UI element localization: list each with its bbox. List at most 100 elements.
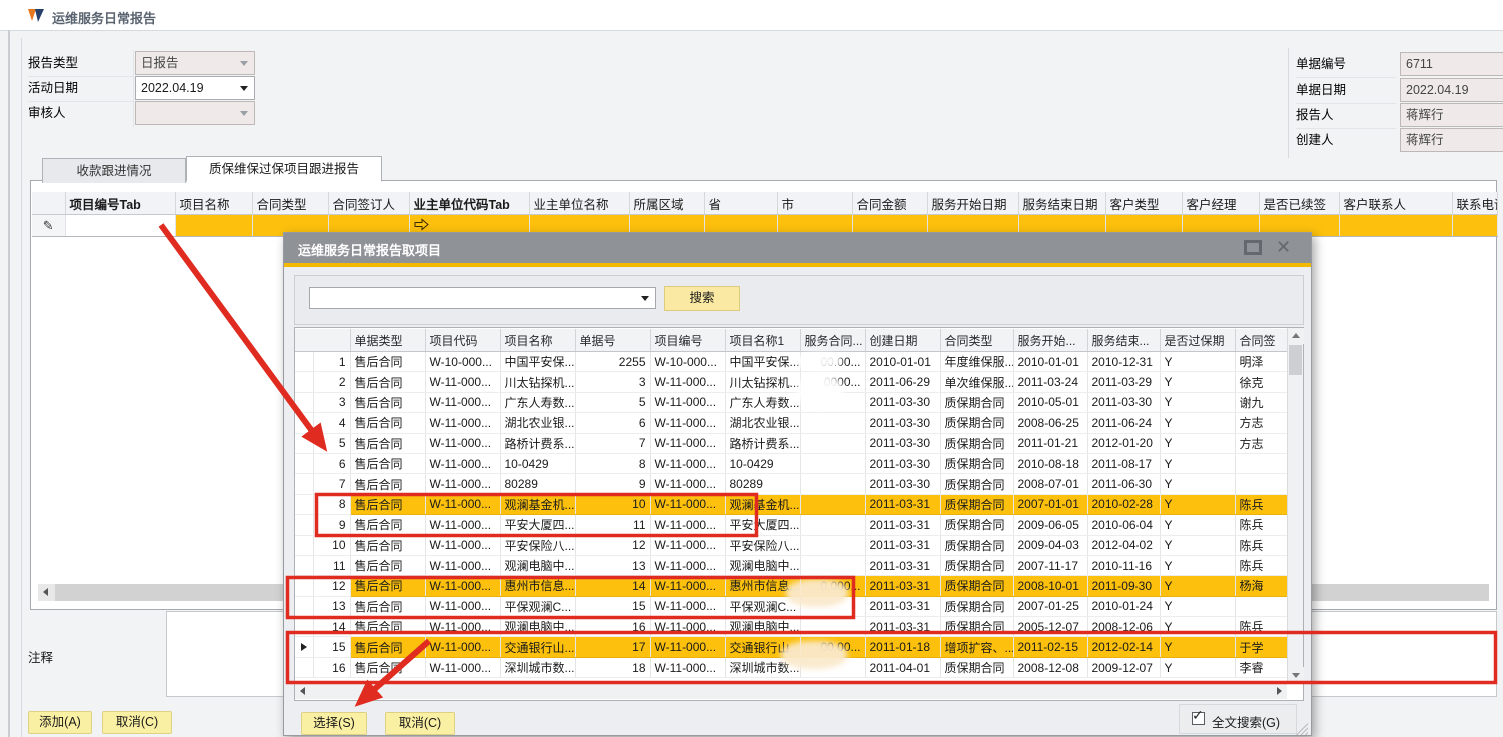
dialog-table-row[interactable]: 14售后合同W-11-000...观澜电脑中...16W-11-000...观澜… — [295, 617, 1287, 637]
tab-warranty-projects[interactable]: 质保维保过保项目跟进报告 — [186, 156, 382, 182]
main-column-header[interactable]: 合同金额 — [852, 192, 927, 215]
dialog-table-row[interactable]: 12售后合同W-11-000...惠州市信息...14W-11-000...惠州… — [295, 576, 1287, 596]
dialog-table-row[interactable]: 9售后合同W-11-000...平安大厦四...11W-11-000...平安大… — [295, 515, 1287, 535]
select-project-dialog: 运维服务日常报告取项目 ✕ 搜索 单据类型项目代码项目名称单据号项目编号项目名称… — [283, 232, 1312, 736]
dialog-table-row[interactable]: 16售后合同W-11-000...深圳城市数...18W-11-000...深圳… — [295, 657, 1287, 677]
main-column-header[interactable]: 服务开始日期 — [927, 192, 1018, 215]
dialog-table-row[interactable]: 6售后合同W-11-000...10-04298W-11-000...10-04… — [295, 453, 1287, 473]
creator-label: 创建人 — [1296, 128, 1396, 153]
main-column-header[interactable]: 联系电话 — [1452, 192, 1497, 215]
dialog-table-cell: 售后合同 — [350, 596, 425, 616]
main-column-header[interactable]: 省 — [704, 192, 777, 215]
dialog-column-header[interactable]: 项目代码 — [425, 329, 500, 352]
dialog-table-cell: W-11-000... — [650, 576, 725, 596]
dialog-table-row[interactable]: 15售后合同W-11-000...交通银行山...17W-11-000...交通… — [295, 637, 1287, 657]
dialog-column-header[interactable]: 单据类型 — [350, 329, 425, 352]
main-column-header[interactable]: 客户经理 — [1182, 192, 1259, 215]
tab-payment-followup[interactable]: 收款跟进情况 — [42, 158, 186, 183]
resize-grip[interactable] — [1296, 723, 1308, 735]
dialog-table-row[interactable]: 8售后合同W-11-000...观澜基金机...10W-11-000...观澜基… — [295, 494, 1287, 514]
main-column-header[interactable]: 客户联系人 — [1339, 192, 1452, 215]
window-frame-left — [8, 30, 10, 737]
main-table-cell[interactable] — [65, 215, 175, 237]
select-button[interactable]: 选择(S) — [301, 712, 367, 735]
main-column-header[interactable]: 是否已续签 — [1259, 192, 1339, 215]
dialog-table-row[interactable]: 5售后合同W-11-000...路桥计费系...7W-11-000...路桥计费… — [295, 433, 1287, 453]
dialog-table-cell: 谢九 — [1235, 392, 1287, 412]
row-number-cell: 7 — [313, 474, 350, 494]
dialog-column-header[interactable]: 服务合同... — [800, 329, 865, 352]
dialog-column-header[interactable]: 合同签 — [1235, 329, 1287, 352]
dialog-table-row[interactable]: 4售后合同W-11-000...湖北农业银...6W-11-000...湖北农业… — [295, 413, 1287, 433]
vscroll-thumb[interactable] — [1289, 345, 1302, 375]
main-column-header[interactable]: 合同签订人 — [328, 192, 409, 215]
main-column-header[interactable]: 所属区域 — [629, 192, 704, 215]
main-column-header[interactable]: 市 — [777, 192, 852, 215]
dialog-column-header[interactable]: 服务结束... — [1087, 329, 1160, 352]
dialog-table-row[interactable]: 10售后合同W-11-000...平安保险八...12W-11-000...平安… — [295, 535, 1287, 555]
scroll-down-icon[interactable] — [1288, 667, 1304, 683]
row-number-cell: 13 — [313, 596, 350, 616]
search-button[interactable]: 搜索 — [664, 286, 740, 311]
dialog-table-cell: 方志 — [1235, 433, 1287, 453]
dialog-table-cell: 售后合同 — [350, 535, 425, 555]
main-column-header[interactable]: 项目编号Tab — [65, 192, 175, 215]
main-column-header[interactable]: 客户类型 — [1105, 192, 1182, 215]
dialog-table-cell: 质保期合同 — [940, 576, 1013, 596]
dialog-table-cell: 10 — [575, 494, 650, 514]
cancel-button[interactable]: 取消(C) — [102, 711, 172, 734]
scroll-right-icon[interactable] — [1271, 684, 1287, 699]
main-column-header[interactable]: 项目名称 — [175, 192, 252, 215]
scroll-left-icon[interactable] — [295, 684, 311, 699]
dialog-table-cell: 11 — [575, 515, 650, 535]
dialog-column-header[interactable]: 项目名称 — [500, 329, 575, 352]
scroll-left-icon[interactable] — [38, 584, 55, 601]
dialog-column-header[interactable]: 创建日期 — [865, 329, 940, 352]
dialog-table-cell: 质保期合同 — [940, 413, 1013, 433]
goto-arrow-icon[interactable] — [414, 218, 430, 231]
main-column-header[interactable]: 业主单位名称 — [529, 192, 629, 215]
creator-field: 蒋辉行 — [1400, 128, 1503, 152]
dialog-table-vscrollbar[interactable] — [1287, 328, 1303, 683]
main-column-header[interactable]: 业主单位代码Tab — [409, 192, 529, 215]
dialog-table-cell: 售后合同 — [350, 555, 425, 575]
dialog-table-cell: Y — [1160, 596, 1235, 616]
dialog-column-header[interactable]: 是否过保期 — [1160, 329, 1235, 352]
dialog-table-cell: 10-0429 — [500, 453, 575, 473]
activity-date-select[interactable]: 2022.04.19 — [135, 76, 255, 100]
chevron-down-icon[interactable] — [641, 296, 649, 301]
maximize-icon[interactable] — [1244, 240, 1262, 255]
dialog-table-row[interactable]: 7售后合同W-11-000...802899W-11-000...8028920… — [295, 474, 1287, 494]
dialog-table-cell: 8 — [575, 453, 650, 473]
dialog-table-cell: 质保期合同 — [940, 453, 1013, 473]
dialog-cancel-button[interactable]: 取消(C) — [385, 712, 455, 735]
dialog-table-cell: 2011-03-31 — [865, 494, 940, 514]
dialog-table-cell: 2010-01-01 — [1013, 352, 1087, 372]
dialog-table-hscrollbar[interactable] — [295, 683, 1287, 699]
dialog-table-cell: W-11-000... — [425, 474, 500, 494]
search-combobox[interactable] — [309, 287, 656, 309]
add-button[interactable]: 添加(A) — [28, 711, 92, 734]
dialog-table-row[interactable]: 1售后合同W-10-000...中国平安保...2255W-10-000...中… — [295, 352, 1287, 372]
scroll-up-icon[interactable] — [1288, 328, 1304, 344]
row-number-cell: 6 — [313, 453, 350, 473]
dialog-table-cell: 陈兵 — [1235, 494, 1287, 514]
main-column-header[interactable]: 合同类型 — [252, 192, 328, 215]
dialog-table-cell: W-11-000... — [425, 413, 500, 433]
dialog-table-cell: 0000... — [800, 372, 865, 392]
dialog-column-header[interactable]: 服务开始... — [1013, 329, 1087, 352]
close-icon[interactable]: ✕ — [1276, 237, 1291, 257]
dialog-table-row[interactable]: 13售后合同W-11-000...平保观澜C...15W-11-000...平保… — [295, 596, 1287, 616]
fulltext-search-checkbox[interactable]: ✓ — [1192, 712, 1205, 725]
dialog-table-cell: Y — [1160, 637, 1235, 657]
dialog-column-header[interactable]: 合同类型 — [940, 329, 1013, 352]
dialog-table-row[interactable]: 2售后合同W-11-000...川太钻探机...3W-11-000...川太钻探… — [295, 372, 1287, 392]
dialog-table-row[interactable]: 3售后合同W-11-000...广东人寿数...5W-11-000...广东人寿… — [295, 392, 1287, 412]
dialog-column-header[interactable]: 单据号 — [575, 329, 650, 352]
dialog-column-header[interactable]: 项目编号 — [650, 329, 725, 352]
chevron-down-icon[interactable] — [240, 86, 248, 91]
dialog-table-cell: Y — [1160, 392, 1235, 412]
dialog-column-header[interactable]: 项目名称1 — [725, 329, 800, 352]
dialog-table-row[interactable]: 11售后合同W-11-000...观澜电脑中...13W-11-000...观澜… — [295, 555, 1287, 575]
main-column-header[interactable]: 服务结束日期 — [1018, 192, 1105, 215]
